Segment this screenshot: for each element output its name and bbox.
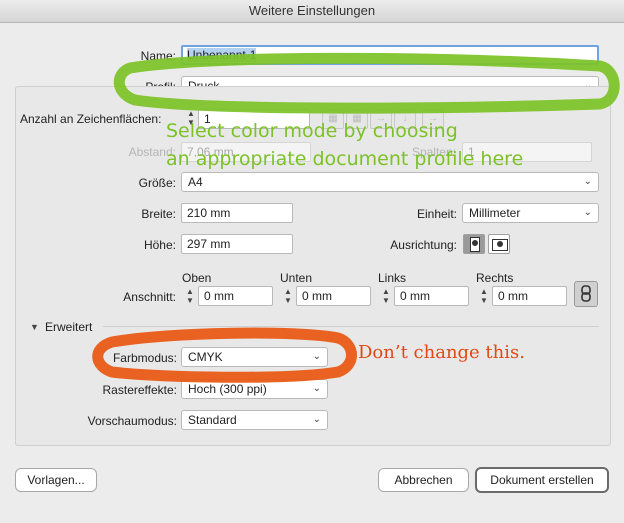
annotation-overlay — [92, 52, 620, 383]
profile-annotation-line1: Select color mode by choosing — [166, 120, 458, 142]
profile-annotation-line2: an appropriate document profile here — [166, 148, 524, 170]
red-annotation-oval — [92, 327, 357, 383]
color-mode-annotation: Don’t change this. — [358, 342, 525, 363]
green-annotation-oval — [113, 52, 620, 114]
